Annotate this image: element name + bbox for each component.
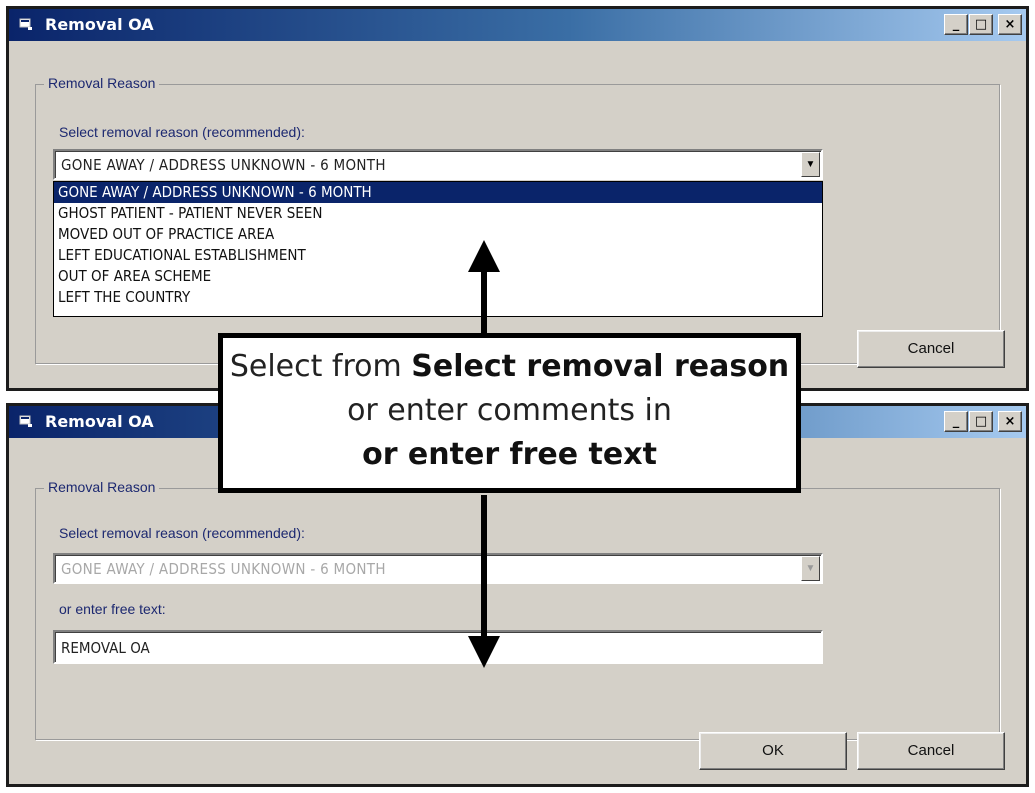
close-icon[interactable]: × — [998, 14, 1022, 35]
dropdown-arrow-icon: ▼ — [801, 556, 820, 581]
list-item[interactable]: LEFT EDUCATIONAL ESTABLISHMENT — [54, 245, 822, 266]
dropdown-arrow-icon[interactable]: ▼ — [801, 152, 820, 177]
ok-button[interactable]: OK — [699, 732, 847, 770]
free-text-label: or enter free text: — [59, 601, 166, 617]
maximize-icon[interactable]: □ — [969, 14, 993, 35]
group-label: Removal Reason — [44, 479, 160, 495]
maximize-icon[interactable]: □ — [969, 411, 993, 432]
close-icon[interactable]: × — [998, 411, 1022, 432]
group-label: Removal Reason — [44, 75, 160, 91]
removal-reason-select: GONE AWAY / ADDRESS UNKNOWN - 6 MONTH ▼ — [53, 553, 823, 584]
instruction-callout: Select from Select removal reason or ent… — [218, 333, 801, 493]
removal-reason-dropdown-list: GONE AWAY / ADDRESS UNKNOWN - 6 MONTH GH… — [53, 181, 823, 317]
free-text-input[interactable]: REMOVAL OA — [53, 630, 823, 664]
minimize-icon[interactable]: _ — [944, 14, 968, 35]
select-reason-label: Select removal reason (recommended): — [59, 124, 305, 140]
cancel-button[interactable]: Cancel — [857, 330, 1005, 368]
app-window-icon — [19, 415, 32, 427]
window-title: Removal OA — [45, 412, 154, 431]
removal-reason-select[interactable]: GONE AWAY / ADDRESS UNKNOWN - 6 MONTH ▼ — [53, 149, 823, 180]
callout-text: Select from — [229, 349, 412, 384]
window-title: Removal OA — [45, 15, 154, 34]
combo-value: GONE AWAY / ADDRESS UNKNOWN - 6 MONTH — [61, 560, 386, 578]
list-item[interactable]: GONE AWAY / ADDRESS UNKNOWN - 6 MONTH — [54, 182, 822, 203]
callout-bold-free-text: or enter free text — [362, 437, 657, 472]
free-text-value: REMOVAL OA — [61, 639, 150, 657]
title-bar[interactable]: Removal OA _ □ × — [9, 9, 1026, 41]
combo-value: GONE AWAY / ADDRESS UNKNOWN - 6 MONTH — [61, 156, 386, 174]
cancel-button[interactable]: Cancel — [857, 732, 1005, 770]
minimize-icon[interactable]: _ — [944, 411, 968, 432]
list-item[interactable]: MOVED OUT OF PRACTICE AREA — [54, 224, 822, 245]
list-item[interactable]: GHOST PATIENT - PATIENT NEVER SEEN — [54, 203, 822, 224]
callout-bold-select: Select removal reason — [411, 349, 790, 384]
callout-text: or enter comments in — [347, 393, 672, 428]
list-item[interactable]: OUT OF AREA SCHEME — [54, 266, 822, 287]
list-item[interactable]: LEFT THE COUNTRY — [54, 287, 822, 308]
app-window-icon — [19, 18, 32, 30]
select-reason-label: Select removal reason (recommended): — [59, 525, 305, 541]
